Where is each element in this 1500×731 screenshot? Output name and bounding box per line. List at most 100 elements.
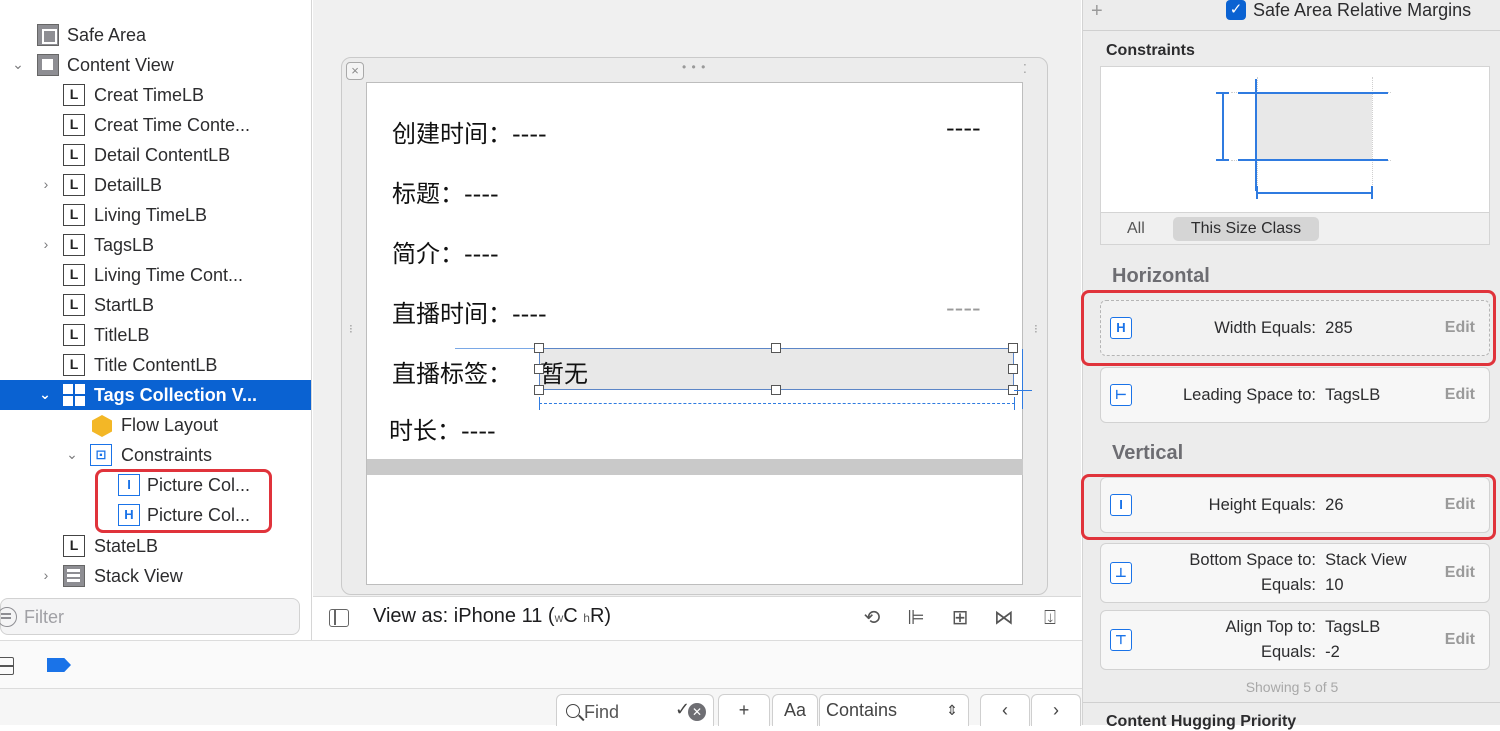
resize-handle[interactable] xyxy=(534,364,544,374)
drag-handle-icon[interactable]: • • • xyxy=(682,60,706,74)
constraint-leading-space[interactable]: ⊢ Leading Space to: TagsLB Edit xyxy=(1100,367,1490,423)
living-time-content-label[interactable]: ---- xyxy=(946,294,981,322)
edit-button[interactable]: Edit xyxy=(1445,631,1475,649)
outline-item-label: DetailLB xyxy=(94,175,163,195)
vertical-section-header: Vertical xyxy=(1112,442,1184,464)
align-icon[interactable]: ⊫ xyxy=(903,605,929,631)
find-input[interactable]: Find ✓ ✕ xyxy=(556,694,714,726)
diagram-guide xyxy=(1372,77,1373,187)
outline-item-content-view[interactable]: ⌄ Content View xyxy=(0,50,311,80)
tags-label[interactable]: 直播标签： xyxy=(392,354,512,389)
view-as-r: R xyxy=(589,605,605,627)
chevron-right-icon[interactable]: › xyxy=(38,176,54,192)
outline-item-title-contentlb[interactable]: L Title ContentLB xyxy=(0,350,311,380)
resize-handle-icon[interactable]: ⁝ xyxy=(349,322,354,336)
duration-label[interactable]: 时长：---- xyxy=(389,411,496,446)
resize-handle[interactable] xyxy=(771,385,781,395)
tab-this-size-class[interactable]: This Size Class xyxy=(1173,217,1319,241)
chevron-right-icon[interactable]: › xyxy=(38,567,54,583)
inspector-top-row: + ✓ Safe Area Relative Margins xyxy=(1083,0,1500,28)
layout-toggle-icon[interactable] xyxy=(0,657,14,675)
debug-bar xyxy=(0,640,1082,688)
diagram-height-cap xyxy=(1216,159,1229,161)
view-as-w: w xyxy=(554,611,564,625)
resize-handle[interactable] xyxy=(534,385,544,395)
diagram-leading-line xyxy=(1255,79,1257,191)
label-icon: L xyxy=(63,114,85,136)
outline-item-detaillb[interactable]: › L DetailLB xyxy=(0,170,311,200)
outline-item-creat-time-content[interactable]: L Creat Time Conte... xyxy=(0,110,311,140)
outline-item-living-timelb[interactable]: L Living TimeLB xyxy=(0,200,311,230)
constraint-bottom-space[interactable]: ⊥ Bottom Space to: Stack View Equals: 10… xyxy=(1100,543,1490,603)
flow-layout-icon xyxy=(90,414,112,437)
chevron-right-icon[interactable]: › xyxy=(38,236,54,252)
chevron-down-icon[interactable]: ⌄ xyxy=(64,446,80,462)
safe-area-checkbox[interactable]: ✓ xyxy=(1226,0,1246,20)
edit-button[interactable]: Edit xyxy=(1445,564,1475,582)
horizontal-section-header: Horizontal xyxy=(1112,265,1210,287)
stack-view-band[interactable] xyxy=(367,459,1023,475)
resize-handle[interactable] xyxy=(1008,343,1018,353)
outline-item-stack-view[interactable]: › Stack View xyxy=(0,561,311,591)
resolve-issues-icon[interactable]: ⋈ xyxy=(991,605,1017,631)
device-view[interactable] xyxy=(366,82,1023,585)
outline-item-startlb[interactable]: L StartLB xyxy=(0,290,311,320)
constraint-value: Stack View xyxy=(1325,551,1407,569)
resize-handle[interactable] xyxy=(1008,364,1018,374)
filter-placeholder: Filter xyxy=(24,607,64,627)
safe-area-icon xyxy=(37,24,59,46)
add-icon[interactable]: + xyxy=(1091,0,1103,23)
label-icon: L xyxy=(63,204,85,226)
outline-item-tagslb[interactable]: › L TagsLB xyxy=(0,230,311,260)
content-hugging-title: Content Hugging Priority xyxy=(1106,713,1297,730)
leading-guide-line xyxy=(455,348,540,349)
resize-handle[interactable] xyxy=(771,343,781,353)
outline-item-safe-area[interactable]: Safe Area xyxy=(0,20,311,50)
diagram-height-indicator xyxy=(1222,92,1224,160)
edit-button[interactable]: Edit xyxy=(1445,386,1475,404)
create-time-content-label[interactable]: ---- xyxy=(946,114,981,142)
find-previous-button[interactable]: ‹ xyxy=(980,694,1030,726)
resize-handle-icon[interactable]: ⁝ xyxy=(1034,322,1039,336)
tags-value-label[interactable]: 暂无 xyxy=(540,354,588,389)
canvas-toolbar: View as: iPhone 11 (wC hR) ⟲ ⊫ ⊞ ⋈ ⍗ xyxy=(313,596,1081,640)
label-icon: L xyxy=(63,84,85,106)
constraint-align-top[interactable]: ⊤ Align Top to: TagsLB Equals: -2 Edit xyxy=(1100,610,1490,670)
outline-item-statelb[interactable]: L StateLB xyxy=(0,531,311,561)
constraint-value: -2 xyxy=(1325,643,1340,661)
outline-item-tags-collection-view[interactable]: ⌄ Tags Collection V... xyxy=(0,380,311,410)
add-constraints-icon[interactable]: ⊞ xyxy=(947,605,973,631)
match-case-button[interactable]: Aa xyxy=(772,694,818,726)
chevron-down-icon[interactable]: ⌄ xyxy=(37,386,53,402)
breakpoint-icon[interactable] xyxy=(47,658,71,672)
clear-icon[interactable]: ✕ xyxy=(688,703,706,721)
chevron-down-icon[interactable]: ⌄ xyxy=(10,56,26,72)
resize-handle[interactable] xyxy=(534,343,544,353)
view-as-c: C xyxy=(563,605,578,627)
close-icon[interactable]: × xyxy=(346,62,364,80)
resize-handle-icon[interactable]: ⁚ xyxy=(1023,62,1028,76)
contains-dropdown[interactable]: Contains ⇕ xyxy=(819,694,969,726)
embed-in-icon[interactable]: ⍗ xyxy=(1037,605,1063,631)
create-time-label[interactable]: 创建时间：---- xyxy=(392,114,547,149)
outline-item-creat-timelb[interactable]: L Creat TimeLB xyxy=(0,80,311,110)
outline-filter-field[interactable]: Filter xyxy=(0,598,300,635)
detail-label[interactable]: 简介：---- xyxy=(392,234,499,269)
sidebar-toggle-icon[interactable] xyxy=(329,609,349,627)
outline-item-label: Constraints xyxy=(121,445,213,465)
tags-collection-view[interactable] xyxy=(539,348,1014,390)
living-time-label[interactable]: 直播时间：---- xyxy=(392,294,547,329)
outline-item-flow-layout[interactable]: Flow Layout xyxy=(0,410,311,440)
find-next-button[interactable]: › xyxy=(1031,694,1081,726)
update-frames-icon[interactable]: ⟲ xyxy=(859,605,885,631)
title-label[interactable]: 标题：---- xyxy=(392,174,499,209)
find-add-button[interactable]: + xyxy=(718,694,770,726)
outline-item-living-time-content[interactable]: L Living Time Cont... xyxy=(0,260,311,290)
view-as-device[interactable]: View as: iPhone 11 (wC hR) xyxy=(373,605,611,628)
leading-constraint-icon: ⊢ xyxy=(1110,384,1132,406)
tab-all[interactable]: All xyxy=(1127,220,1145,238)
outline-item-titlelb[interactable]: L TitleLB xyxy=(0,320,311,350)
document-outline: Safe Area ⌄ Content View L Creat TimeLB … xyxy=(0,0,312,640)
outline-item-detail-contentlb[interactable]: L Detail ContentLB xyxy=(0,140,311,170)
outline-item-constraints[interactable]: ⌄ ⊡ Constraints xyxy=(0,440,311,470)
